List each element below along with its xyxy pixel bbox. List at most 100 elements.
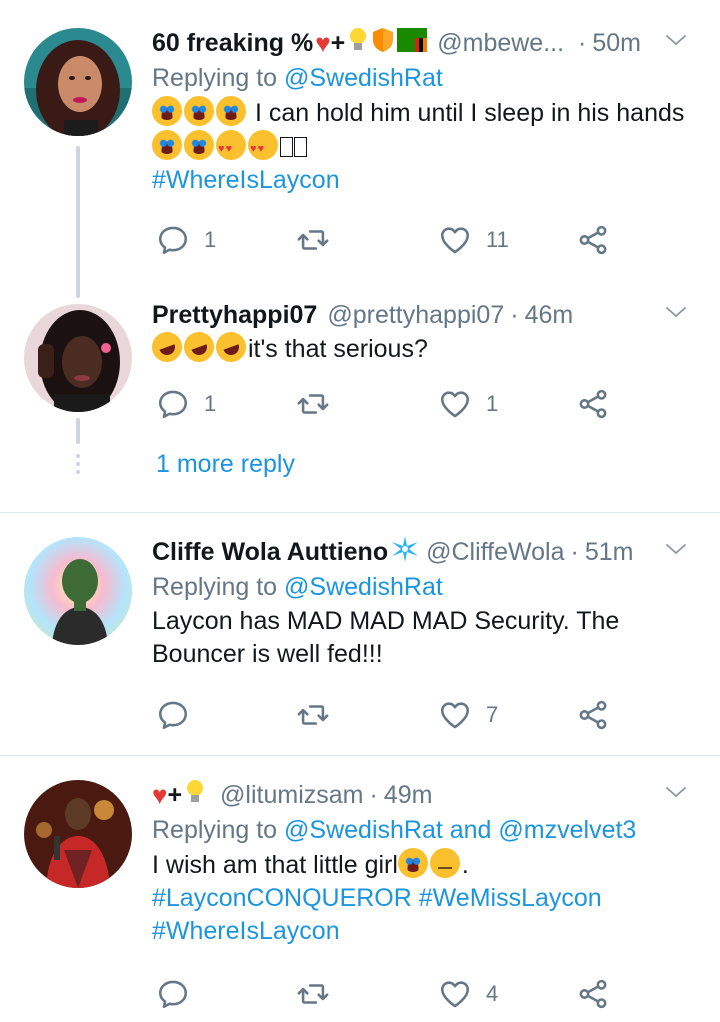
user-handle[interactable]: @prettyhappi07 <box>327 301 504 330</box>
retweet-button[interactable] <box>296 695 330 735</box>
like-count: 1 <box>486 391 499 416</box>
reply-icon <box>156 223 190 257</box>
tweet-1[interactable]: 60 freaking % ♥ + @mbewe... · 50m Replyi… <box>0 0 720 298</box>
timestamp[interactable]: 50m <box>592 29 641 58</box>
replying-to-link[interactable]: @SwedishRat and @mzvelvet3 <box>284 816 636 844</box>
reply-icon <box>156 698 190 732</box>
share-icon <box>576 387 610 421</box>
heart-eyes-emoji-icon <box>248 130 278 166</box>
reply-count: 1 <box>204 391 217 416</box>
tweet-text: I can hold him until I sleep in his hand… <box>152 96 700 197</box>
reply-button[interactable]: 1 <box>156 220 216 260</box>
tweet-3[interactable]: Cliffe Wola Auttieno @CliffeWola · 51m R… <box>0 513 720 755</box>
tweet-2[interactable]: Prettyhappi07 @prettyhappi07 · 46m it's … <box>0 290 720 512</box>
hashtag[interactable]: #WhereIsLaycon <box>152 164 700 197</box>
retweet-button[interactable] <box>296 974 330 1014</box>
like-button[interactable]: 11 <box>438 220 509 260</box>
display-name[interactable]: + <box>167 781 182 810</box>
tweet-header: Prettyhappi07 @prettyhappi07 · 46m <box>152 298 700 332</box>
crying-emoji-icon <box>397 848 428 878</box>
avatar[interactable] <box>24 780 132 888</box>
replying-prefix: Replying to <box>152 573 278 601</box>
name-suffix: + <box>330 28 346 57</box>
tweet-actions: 1 11 <box>152 220 622 260</box>
tweet-body: it's that serious? <box>248 335 428 363</box>
separator-dot: · <box>570 537 579 566</box>
chevron-down-icon[interactable] <box>664 300 688 324</box>
heart-emoji-icon: ♥ <box>315 27 331 58</box>
rofl-emoji-icon <box>147 327 187 367</box>
shield-emoji-icon <box>371 26 395 61</box>
chevron-down-icon[interactable] <box>664 28 688 52</box>
tweet-text: I wish am that little girl. #LayconCONQU… <box>152 848 700 948</box>
user-handle[interactable]: @CliffeWola <box>426 538 564 567</box>
retweet-button[interactable] <box>296 220 330 260</box>
share-icon <box>576 698 610 732</box>
tweet-text: Laycon has MAD MAD MAD Security. The Bou… <box>152 605 622 671</box>
tweet-actions: 1 1 <box>152 384 622 424</box>
display-name[interactable]: Prettyhappi07 <box>152 301 317 330</box>
reply-button[interactable] <box>156 974 190 1014</box>
share-button[interactable] <box>576 220 610 260</box>
tweet-header: 60 freaking % ♥ + @mbewe... · 50m <box>152 26 700 60</box>
tweet-body: I can hold him until I sleep in his hand… <box>254 99 685 127</box>
hashtag[interactable]: #WhereIsLaycon <box>152 915 700 948</box>
retweet-icon <box>296 387 330 421</box>
rofl-emoji-icon <box>211 327 251 367</box>
reply-button[interactable] <box>156 695 190 735</box>
chevron-down-icon[interactable] <box>664 780 688 804</box>
share-button[interactable] <box>576 695 610 735</box>
avatar[interactable] <box>24 28 132 136</box>
chevron-down-icon[interactable] <box>664 537 688 561</box>
like-count: 7 <box>486 702 499 727</box>
tweet-header: ♥ + @litumizsam · 49m <box>152 778 700 812</box>
tweet-text: it's that serious? <box>147 327 700 367</box>
rofl-emoji-icon <box>179 327 219 367</box>
like-button[interactable]: 7 <box>438 695 498 735</box>
tweet-header: Cliffe Wola Auttieno @CliffeWola · 51m <box>152 535 700 569</box>
like-button[interactable]: 4 <box>438 974 498 1014</box>
avatar[interactable] <box>24 537 132 645</box>
user-handle[interactable]: @litumizsam <box>220 781 363 810</box>
replying-prefix: Replying to <box>152 816 278 844</box>
display-name[interactable]: 60 freaking % <box>152 29 313 58</box>
heart-emoji-icon: ♥ <box>152 779 168 810</box>
retweet-icon <box>296 977 330 1011</box>
display-name[interactable]: Cliffe Wola Auttieno <box>152 538 388 567</box>
reply-button[interactable]: 1 <box>156 384 216 424</box>
hashtag[interactable]: #LayconCONQUEROR #WeMissLaycon <box>152 882 700 915</box>
tweet-body: I wish am that little girl <box>152 851 398 879</box>
replying-to: Replying to @SwedishRat and @mzvelvet3 <box>152 812 700 848</box>
missing-glyph-icon <box>280 137 293 157</box>
separator-dot: · <box>510 300 519 329</box>
sparkle-emoji-icon <box>390 535 420 570</box>
share-button[interactable] <box>576 384 610 424</box>
separator-dot: · <box>578 28 587 57</box>
share-icon <box>576 977 610 1011</box>
tweet-4[interactable]: ♥ + @litumizsam · 49m Replying to @Swedi… <box>0 756 720 1022</box>
heart-eyes-emoji-icon <box>216 130 246 166</box>
retweet-button[interactable] <box>296 384 330 424</box>
avatar[interactable] <box>24 304 132 412</box>
replying-to: Replying to @SwedishRat <box>152 569 700 605</box>
more-replies-link[interactable]: 1 more reply <box>156 450 295 479</box>
heart-icon <box>438 387 472 421</box>
replying-to-link[interactable]: @SwedishRat <box>284 573 443 601</box>
replying-to: Replying to @SwedishRat <box>152 60 700 96</box>
crying-emoji-icon <box>216 96 246 126</box>
reply-count: 1 <box>204 227 217 252</box>
timestamp[interactable]: 51m <box>585 538 634 567</box>
lightbulb-emoji-icon <box>184 778 206 813</box>
share-button[interactable] <box>576 974 610 1014</box>
thread-line <box>76 146 80 298</box>
crying-emoji-icon <box>152 130 182 160</box>
timestamp[interactable]: 46m <box>525 301 574 330</box>
heart-icon <box>438 223 472 257</box>
retweet-icon <box>296 223 330 257</box>
replying-prefix: Replying to <box>152 64 278 92</box>
pensive-emoji-icon <box>429 848 460 878</box>
like-button[interactable]: 1 <box>438 384 498 424</box>
user-handle[interactable]: @mbewe... <box>437 29 564 58</box>
timestamp[interactable]: 49m <box>384 781 433 810</box>
replying-to-link[interactable]: @SwedishRat <box>284 64 443 92</box>
